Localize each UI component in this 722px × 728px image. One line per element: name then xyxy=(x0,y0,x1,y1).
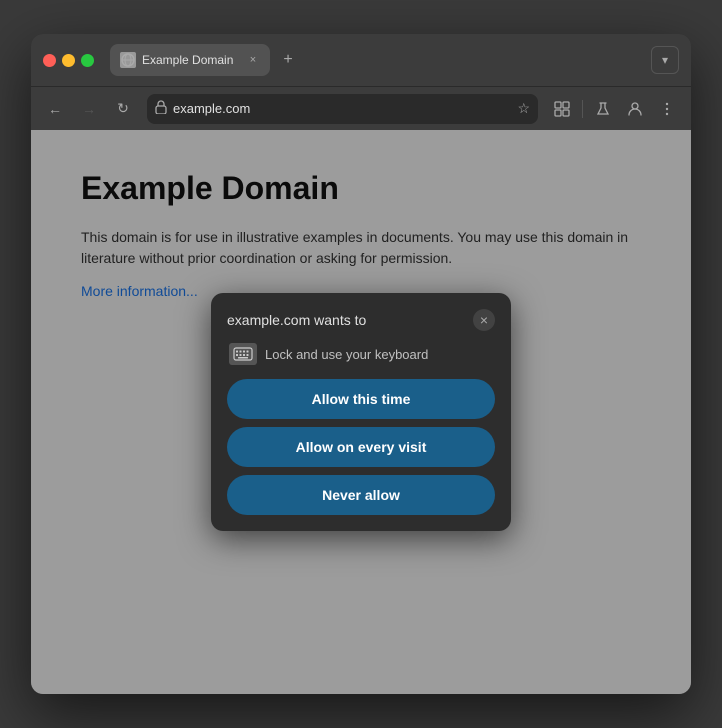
nav-actions xyxy=(548,95,681,123)
allow-always-button[interactable]: Allow on every visit xyxy=(227,427,495,467)
nav-bar: ← → ↻ example.com ☆ xyxy=(31,86,691,130)
active-tab[interactable]: Example Domain × xyxy=(110,44,270,76)
dialog-title: example.com wants to xyxy=(227,312,366,328)
dialog-icon-row: Lock and use your keyboard xyxy=(227,343,495,365)
permission-text: Lock and use your keyboard xyxy=(265,347,428,362)
minimize-traffic-light[interactable] xyxy=(62,54,75,67)
tab-close-button[interactable]: × xyxy=(246,53,260,67)
dialog-backdrop: example.com wants to × xyxy=(31,130,691,694)
address-bar[interactable]: example.com ☆ xyxy=(147,94,538,124)
url-text: example.com xyxy=(173,101,511,116)
extensions-button[interactable] xyxy=(548,95,576,123)
maximize-traffic-light[interactable] xyxy=(81,54,94,67)
title-bar: Example Domain × + ▾ xyxy=(31,34,691,86)
traffic-lights xyxy=(43,54,94,67)
back-button[interactable]: ← xyxy=(41,95,69,123)
menu-button[interactable] xyxy=(653,95,681,123)
keyboard-icon xyxy=(229,343,257,365)
dialog-close-button[interactable]: × xyxy=(473,309,495,331)
permission-dialog: example.com wants to × xyxy=(211,293,511,531)
close-traffic-light[interactable] xyxy=(43,54,56,67)
dialog-header: example.com wants to × xyxy=(227,309,495,331)
reload-icon: ↻ xyxy=(117,100,129,117)
browser-window: Example Domain × + ▾ ← → ↻ example.com ☆ xyxy=(31,34,691,694)
never-allow-button[interactable]: Never allow xyxy=(227,475,495,515)
page-content: Example Domain This domain is for use in… xyxy=(31,130,691,694)
forward-icon: → xyxy=(82,101,96,117)
new-tab-button[interactable]: + xyxy=(274,46,302,74)
profile-button[interactable] xyxy=(621,95,649,123)
lock-icon xyxy=(155,100,167,117)
flask-button[interactable] xyxy=(589,95,617,123)
tab-bar: Example Domain × + xyxy=(110,44,643,76)
tab-title: Example Domain xyxy=(142,53,240,67)
allow-once-button[interactable]: Allow this time xyxy=(227,379,495,419)
bookmark-icon[interactable]: ☆ xyxy=(517,100,530,117)
forward-button[interactable]: → xyxy=(75,95,103,123)
nav-separator xyxy=(582,100,583,118)
tabs-menu-button[interactable]: ▾ xyxy=(651,46,679,74)
reload-button[interactable]: ↻ xyxy=(109,95,137,123)
tab-favicon-icon xyxy=(120,52,136,68)
back-icon: ← xyxy=(48,101,62,117)
